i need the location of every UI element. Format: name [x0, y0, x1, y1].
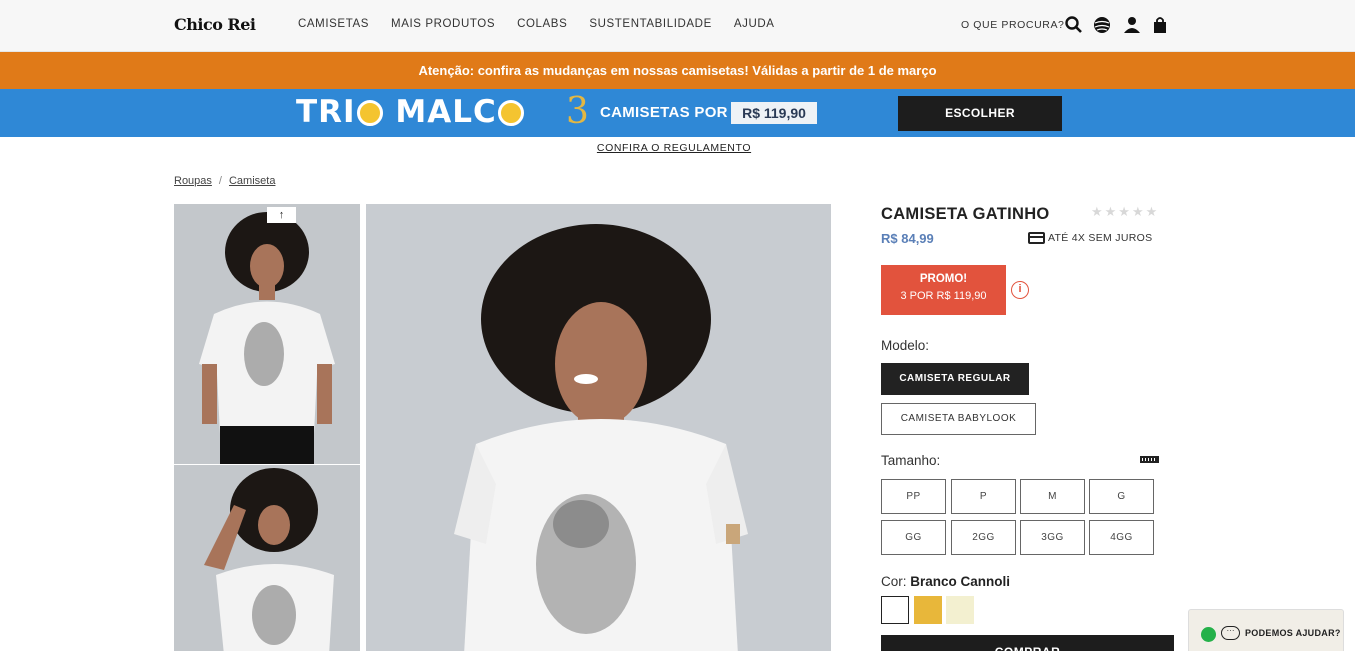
- size-option-m[interactable]: M: [1020, 479, 1085, 514]
- site-header: Chico Rei CAMISETAS MAIS PRODUTOS COLABS…: [0, 0, 1355, 52]
- size-option-p[interactable]: P: [951, 479, 1016, 514]
- model-label: Modelo:: [881, 338, 930, 353]
- model-option-babylook[interactable]: CAMISETA BABYLOOK: [881, 403, 1036, 435]
- gallery-thumbnail[interactable]: [174, 465, 360, 651]
- size-option-2gg[interactable]: 2GG: [951, 520, 1016, 555]
- bag-icon[interactable]: [1150, 15, 1170, 35]
- announcement-bar[interactable]: Atenção: confira as mudanças em nossas c…: [0, 52, 1355, 89]
- main-nav: CAMISETAS MAIS PRODUTOS COLABS SUSTENTAB…: [298, 18, 775, 30]
- nav-colabs[interactable]: COLABS: [517, 18, 567, 30]
- help-widget[interactable]: ··· PODEMOS AJUDAR?: [1188, 609, 1344, 651]
- banner-offer-price: R$ 119,90: [731, 102, 817, 124]
- color-swatch-white[interactable]: [881, 596, 909, 624]
- globe-icon[interactable]: [1092, 15, 1112, 35]
- smiley-icon: [497, 100, 524, 126]
- promo-banner[interactable]: TRI MALC 3 CAMISETAS POR R$ 119,90 ESCOL…: [0, 89, 1355, 137]
- product-price: R$ 84,99: [881, 231, 934, 246]
- color-swatch-yellow[interactable]: [914, 596, 942, 624]
- model-option-regular[interactable]: CAMISETA REGULAR: [881, 363, 1029, 395]
- choose-button[interactable]: ESCOLHER: [898, 96, 1062, 131]
- search-icon[interactable]: [1064, 15, 1084, 35]
- whatsapp-icon: [1201, 627, 1216, 642]
- rules-link[interactable]: CONFIRA O REGULAMENTO: [0, 142, 1348, 154]
- nav-mais-produtos[interactable]: MAIS PRODUTOS: [391, 18, 495, 30]
- model-photo: [366, 204, 831, 651]
- model-photo: [174, 465, 360, 651]
- user-icon[interactable]: [1122, 15, 1142, 35]
- gallery-up-button[interactable]: ↑: [267, 207, 296, 223]
- selected-color-name: Branco Cannoli: [910, 574, 1011, 589]
- credit-card-icon: [1028, 232, 1045, 244]
- promo-text: 3 POR R$ 119,90: [900, 290, 987, 302]
- promo-title: PROMO!: [919, 273, 968, 285]
- installments-info: ATÉ 4X SEM JUROS: [1048, 232, 1153, 244]
- search-label[interactable]: O QUE PROCURA?: [961, 19, 1065, 31]
- color-label: Cor: Branco Cannoli: [881, 574, 1011, 589]
- chat-icon: ···: [1221, 626, 1240, 640]
- help-label: PODEMOS AJUDAR?: [1245, 628, 1341, 638]
- banner-number: 3: [566, 91, 589, 132]
- size-guide-ruler-icon[interactable]: [1140, 456, 1159, 463]
- breadcrumb-roupas[interactable]: Roupas: [174, 175, 212, 187]
- nav-ajuda[interactable]: AJUDA: [734, 18, 775, 30]
- breadcrumb-separator: /: [218, 175, 222, 187]
- nav-sustentabilidade[interactable]: SUSTENTABILIDADE: [589, 18, 712, 30]
- size-option-3gg[interactable]: 3GG: [1020, 520, 1085, 555]
- smiley-icon: [356, 100, 383, 126]
- color-swatch-cream[interactable]: [946, 596, 974, 624]
- model-photo: [174, 204, 360, 464]
- banner-offer-text: CAMISETAS POR: [600, 104, 728, 121]
- size-option-4gg[interactable]: 4GG: [1089, 520, 1154, 555]
- breadcrumb-camiseta[interactable]: Camiseta: [229, 175, 275, 187]
- info-icon[interactable]: i: [1011, 281, 1029, 299]
- size-option-gg[interactable]: GG: [881, 520, 946, 555]
- gallery-thumbnail[interactable]: [174, 204, 360, 464]
- nav-camisetas[interactable]: CAMISETAS: [298, 18, 369, 30]
- buy-button[interactable]: COMPRAR: [881, 635, 1174, 651]
- brand-logo[interactable]: Chico Rei: [174, 15, 256, 34]
- main-product-image[interactable]: [366, 204, 831, 651]
- breadcrumb: Roupas / Camiseta: [174, 175, 275, 187]
- promo-badge: PROMO! 3 POR R$ 119,90: [881, 265, 1006, 315]
- size-option-g[interactable]: G: [1089, 479, 1154, 514]
- banner-title: TRI MALC: [296, 94, 525, 130]
- product-title: CAMISETA GATINHO: [881, 205, 1050, 223]
- size-label: Tamanho:: [881, 453, 941, 468]
- rating-stars[interactable]: ★★★★★: [1091, 204, 1159, 220]
- size-option-pp[interactable]: PP: [881, 479, 946, 514]
